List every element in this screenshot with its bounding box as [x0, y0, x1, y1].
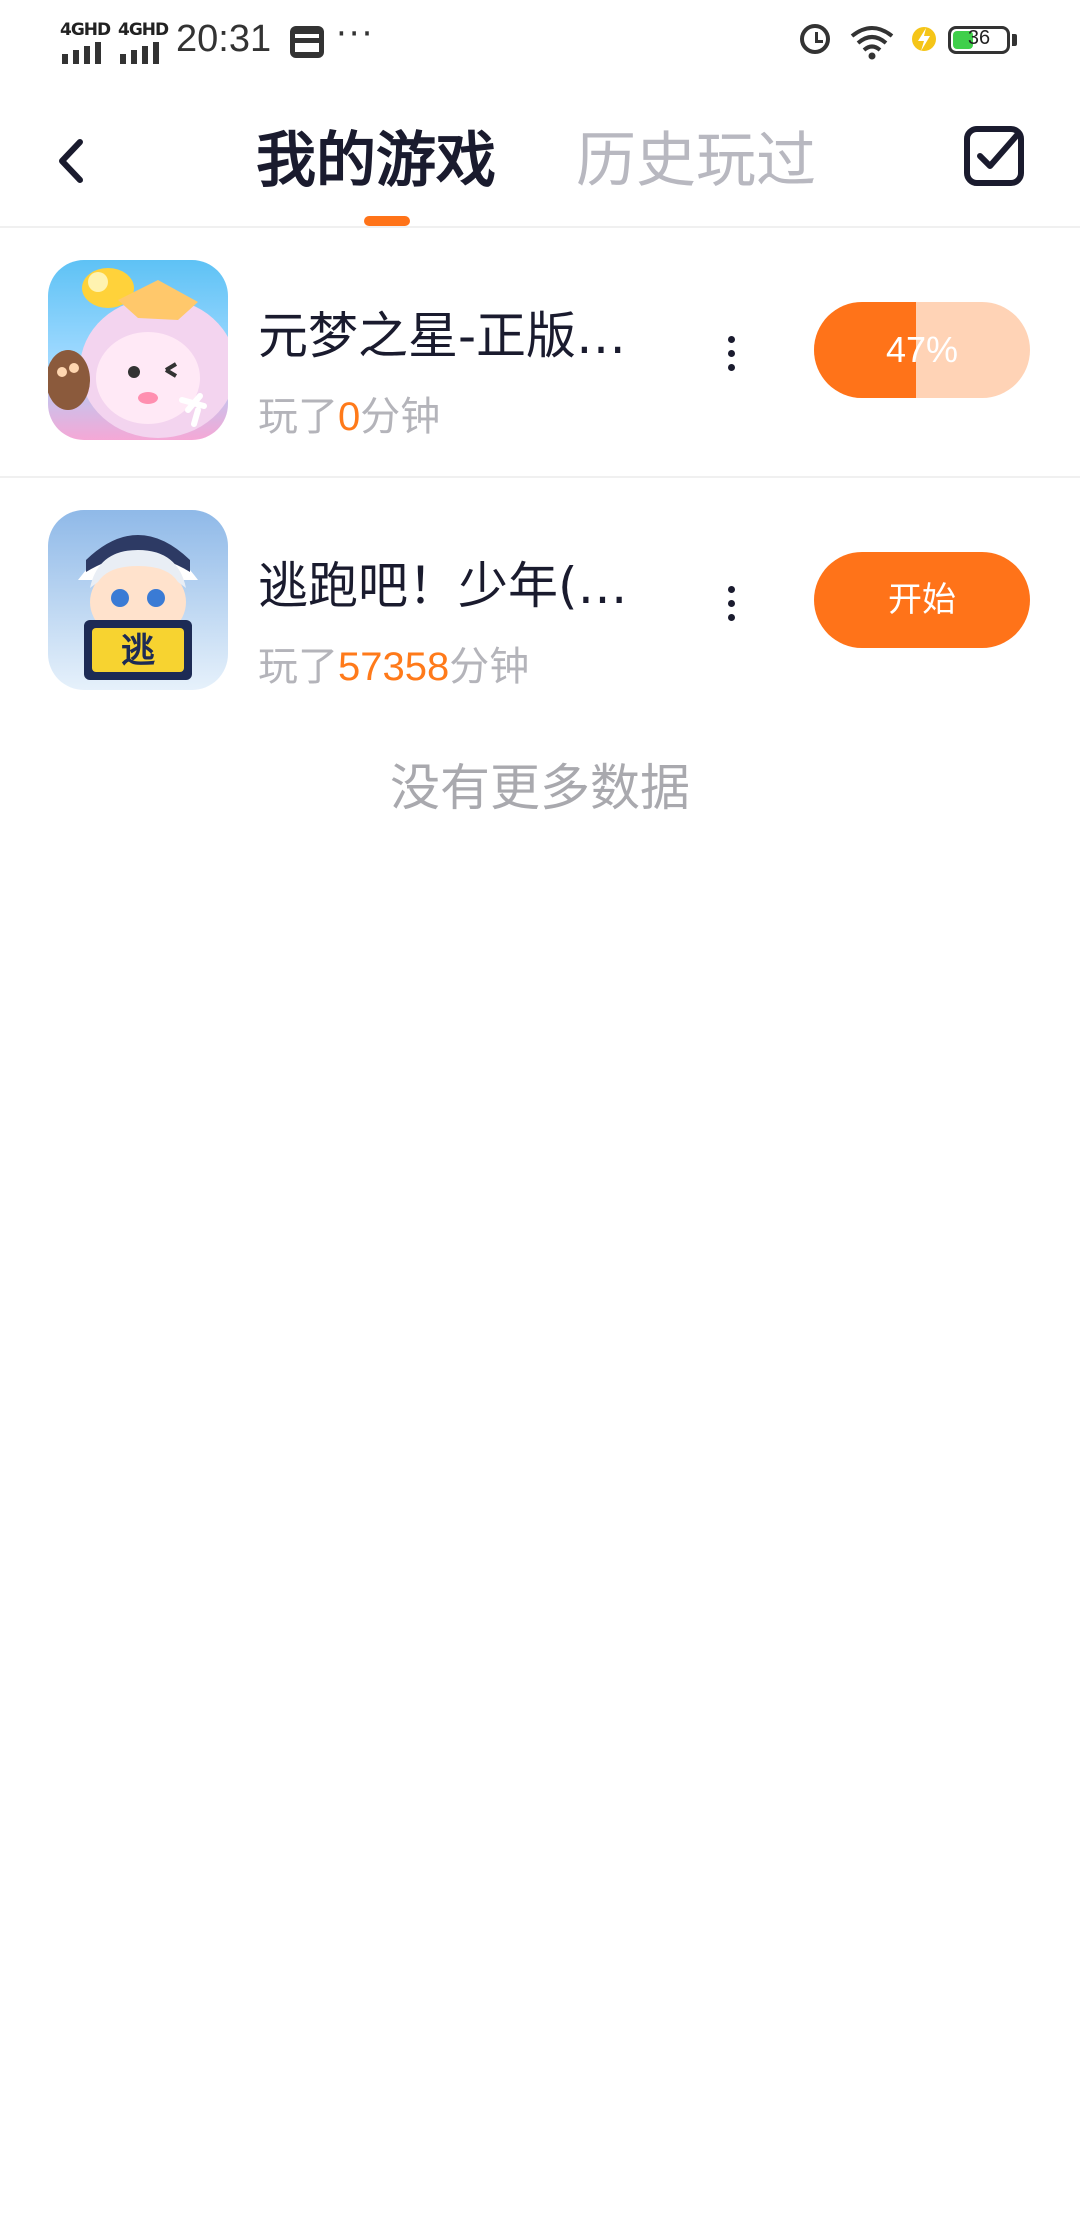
battery-icon: 36 [948, 26, 1010, 54]
play-minutes: 57358 [338, 645, 450, 689]
wifi-icon [850, 26, 894, 60]
more-options-icon[interactable] [712, 328, 752, 378]
game-title[interactable]: 元梦之星-正版… [258, 296, 678, 368]
game-list-item[interactable]: 逃 逃跑吧！少年(… 玩了57358分钟 开始 [0, 478, 1080, 726]
game-list-item[interactable]: 元梦之星-正版… 玩了0分钟 47% [0, 228, 1080, 478]
back-button[interactable] [40, 126, 100, 196]
alarm-icon [800, 24, 830, 54]
network-type-2: 4GHD [118, 20, 169, 40]
more-options-icon[interactable] [712, 578, 752, 628]
battery-level: 36 [967, 27, 991, 49]
charging-icon [912, 27, 936, 51]
tab-my-games[interactable]: 我的游戏 [256, 112, 496, 199]
download-progress-button[interactable]: 47% [814, 302, 1030, 398]
progress-label: 47% [885, 329, 959, 370]
tab-indicator [364, 216, 410, 226]
game-icon-yuanmeng[interactable] [48, 260, 228, 440]
start-button[interactable]: 开始 [814, 552, 1030, 648]
select-checkbox-icon[interactable] [962, 124, 1026, 188]
play-time: 玩了57358分钟 [258, 644, 530, 690]
header: 我的游戏 历史玩过 [0, 86, 1080, 228]
tab-history[interactable]: 历史玩过 [576, 112, 816, 199]
sim-card-icon [290, 26, 324, 58]
no-more-data-text: 没有更多数据 [390, 759, 690, 817]
game-title[interactable]: 逃跑吧！少年(… [258, 546, 678, 618]
network-type-1: 4GHD [60, 20, 111, 40]
svg-text:逃: 逃 [121, 631, 155, 671]
status-bar: 4GHD 4GHD 20:31 ··· 36 [0, 0, 1080, 86]
status-time: 20:31 [176, 18, 272, 60]
game-icon-taopaoba[interactable]: 逃 [48, 510, 228, 690]
play-time: 玩了0分钟 [258, 394, 441, 440]
status-more-icon: ··· [336, 14, 375, 54]
play-minutes: 0 [338, 395, 361, 439]
